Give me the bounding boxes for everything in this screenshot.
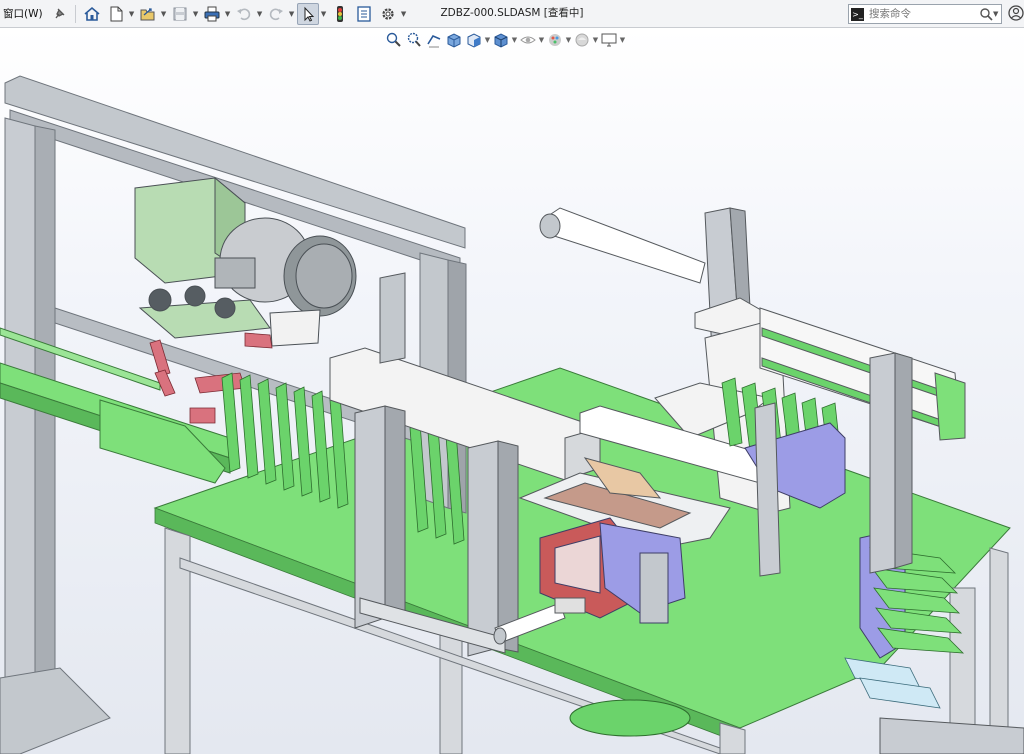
pin-icon[interactable]	[48, 3, 70, 25]
select-icon[interactable]	[296, 2, 319, 25]
search-commands[interactable]: >_ ▼	[848, 4, 1002, 24]
command-prompt-icon: >_	[851, 7, 864, 21]
user-account-icon[interactable]	[1008, 5, 1024, 21]
search-input[interactable]	[867, 6, 979, 22]
chevron-down-icon[interactable]: ▼	[256, 3, 264, 25]
graphics-viewport[interactable]: ▼ ▼ ▼ ▼ ▼ ▼	[0, 28, 1024, 754]
new-document-icon[interactable]	[105, 3, 127, 25]
rebuild-icon[interactable]	[329, 3, 351, 25]
assembly-model[interactable]	[0, 28, 1024, 754]
base-plate	[569, 699, 691, 737]
chevron-down-icon[interactable]: ▼	[320, 3, 328, 25]
chevron-down-icon[interactable]: ▼	[192, 3, 200, 25]
pneumatic-cylinder-top	[539, 207, 706, 284]
open-document-icon[interactable]	[137, 3, 159, 25]
chevron-down-icon[interactable]: ▼	[993, 10, 1001, 18]
chevron-down-icon[interactable]: ▼	[288, 3, 296, 25]
save-icon[interactable]	[169, 3, 191, 25]
chevron-down-icon[interactable]: ▼	[160, 3, 168, 25]
file-properties-icon[interactable]	[353, 3, 375, 25]
blue-flat-parts	[844, 657, 941, 709]
chevron-down-icon[interactable]: ▼	[128, 3, 136, 25]
print-icon[interactable]	[201, 3, 223, 25]
home-icon[interactable]	[81, 3, 103, 25]
options-icon[interactable]	[377, 3, 399, 25]
chevron-down-icon[interactable]: ▼	[400, 3, 408, 25]
toolbar-separator	[74, 4, 76, 23]
window-menu[interactable]: 窗口(W)	[0, 3, 47, 25]
chevron-down-icon[interactable]: ▼	[224, 3, 232, 25]
undo-icon[interactable]	[233, 3, 255, 25]
search-icon[interactable]	[979, 7, 993, 21]
redo-icon[interactable]	[265, 3, 287, 25]
